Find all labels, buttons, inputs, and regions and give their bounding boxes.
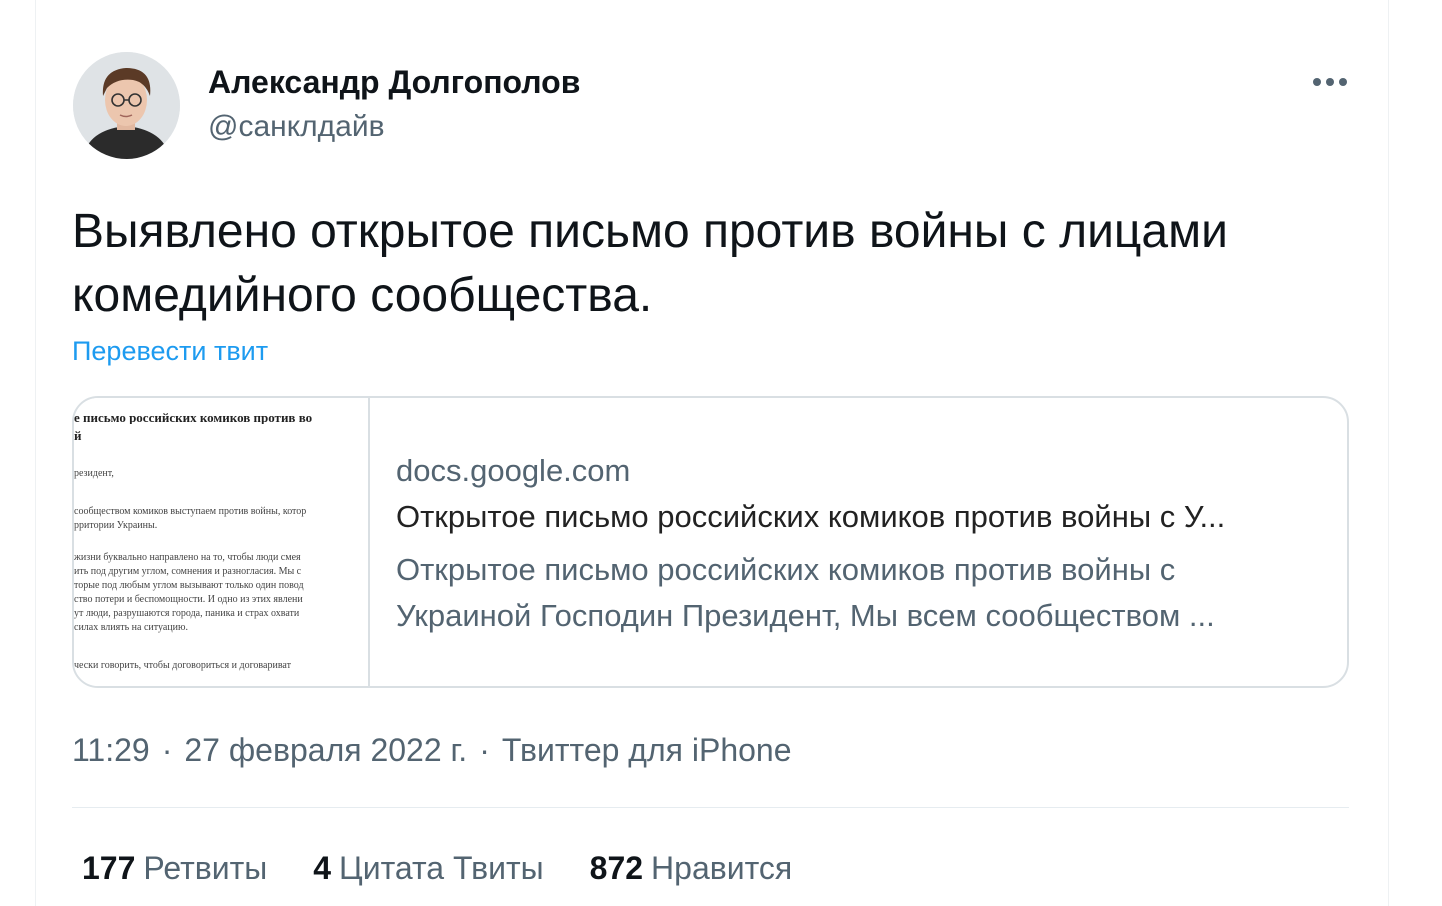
tweet-time[interactable]: 11:29 [72,732,150,768]
doc-preview-line: жизни буквально направлено на то, чтобы … [74,552,301,563]
quotes-count: 4 [313,850,332,886]
doc-preview-line: ить под другим углом, сомнения и разногл… [74,566,302,577]
column-border-right [1388,0,1389,906]
likes-stat[interactable]: 872 Нравится [590,850,793,887]
divider [72,807,1349,808]
doc-preview-line: ут люди, разрушаются города, паника и ст… [74,608,300,619]
more-dots-icon [1313,78,1347,86]
column-border-left [35,0,36,906]
meta-separator: · [479,732,490,768]
author-display-name[interactable]: Александр Долгополов [208,64,580,101]
doc-preview-line: рритории Украины. [74,520,158,531]
likes-count: 872 [589,850,644,886]
tweet-source[interactable]: Твиттер для iPhone [502,732,792,768]
doc-preview-line: резидент, [74,468,114,479]
doc-preview-line: ство потери и беспомощности. И одно из э… [74,594,303,605]
doc-preview-line: силах влиять на ситуацию. [74,622,188,633]
tweet-stats: 177 Ретвиты 4 Цитата Твиты 872 Нравится [82,850,792,887]
card-thumbnail: е письмо российских комиков против во й … [74,398,370,686]
card-description: Открытое письмо российских комиков проти… [396,552,1215,633]
tweet-text: Выявлено открытое письмо против войны с … [72,205,1228,322]
tweet-page: Александр Долгополов @санклдайв Выявлено… [0,0,1442,906]
card-domain: docs.google.com [396,453,631,488]
card-title: Открытое письмо российских комиков проти… [396,499,1226,534]
quotes-stat[interactable]: 4 Цитата Твиты [313,850,543,887]
doc-preview-line: торые под любым углом вызывают только од… [74,580,304,591]
retweets-label: Ретвиты [143,850,268,886]
doc-preview-line: чески говорить, чтобы договориться и дог… [74,660,291,671]
author-handle[interactable]: @санклдайв [208,110,385,144]
quotes-label: Цитата Твиты [339,850,544,886]
doc-preview-line: сообществом комиков выступаем против вой… [74,506,307,517]
retweets-count: 177 [82,850,136,886]
tweet-meta: 11:29 · 27 февраля 2022 г. · Твиттер для iPh… [72,732,792,769]
likes-label: Нравится [651,850,793,886]
link-preview-card[interactable]: е письмо российских комиков против во й … [72,396,1349,688]
tweet-date[interactable]: 27 февраля 2022 г. [184,732,467,768]
avatar-image [73,52,180,159]
card-body: docs.google.com Открытое письмо российск… [396,453,1326,639]
doc-preview-line: й [74,430,82,442]
avatar[interactable] [73,52,180,159]
translate-tweet-link[interactable]: Перевести твит [72,336,268,367]
more-options-button[interactable] [1306,62,1354,102]
retweets-stat[interactable]: 177 Ретвиты [82,850,267,887]
meta-separator: · [161,732,173,768]
doc-preview-line: е письмо российских комиков против во [74,412,313,424]
